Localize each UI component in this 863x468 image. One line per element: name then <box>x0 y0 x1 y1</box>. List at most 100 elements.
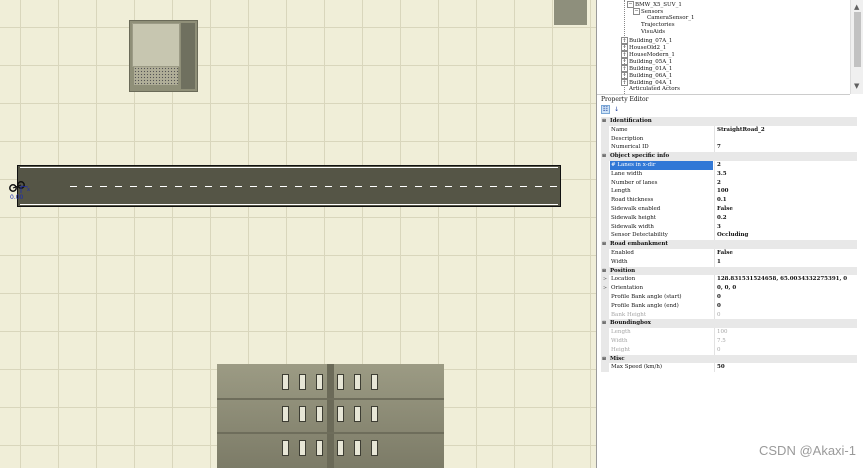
property-row[interactable]: Length 100 <box>601 187 857 197</box>
property-value[interactable]: 7 <box>717 143 857 152</box>
collapse-icon[interactable]: ⊟ <box>602 117 606 126</box>
property-row[interactable]: Width 7.5 <box>601 336 857 346</box>
tree-item[interactable]: − BMW_X5_SUV_1 <box>627 1 682 8</box>
property-name: # Lanes in x-dir <box>610 160 713 170</box>
property-section[interactable]: ⊟ Object specific info <box>601 152 857 161</box>
building-bottom[interactable] <box>217 364 444 468</box>
tree-item[interactable]: Articulated Actors <box>621 86 680 93</box>
collapse-icon[interactable]: − <box>627 1 634 8</box>
property-value[interactable]: 0 <box>717 302 857 311</box>
collapse-icon[interactable]: ⊟ <box>602 240 606 249</box>
tree-item[interactable]: + Building_06A_1 <box>621 72 672 79</box>
tree-item[interactable]: − Sensors <box>633 8 663 16</box>
collapse-icon[interactable]: ⊟ <box>602 319 606 328</box>
property-row[interactable]: Bank Height 0 <box>601 310 857 320</box>
gizmo-value: 0.00 <box>10 194 24 201</box>
window <box>316 440 323 456</box>
column-separator <box>714 275 715 285</box>
collapse-icon[interactable]: ⊟ <box>602 267 606 276</box>
property-row[interactable]: Profile Bank angle (end) 0 <box>601 301 857 311</box>
property-section[interactable]: ⊟ Boundingbox <box>601 319 857 329</box>
property-row[interactable]: > Location 128.831531524658, 65.0034332275… <box>601 275 857 285</box>
tree-item[interactable]: VisuAids <box>633 29 665 36</box>
tree-item[interactable]: + Building_01A_1 <box>621 64 672 72</box>
section-title: Identification <box>610 118 652 124</box>
property-value: 0 <box>717 311 721 318</box>
property-row[interactable]: Max Speed (km/h) 50 <box>601 363 857 373</box>
house-building[interactable] <box>129 20 198 92</box>
property-row[interactable]: Road thickness 0.1 <box>601 196 857 205</box>
property-row[interactable]: > Orientation 0, 0, 0 <box>601 284 857 293</box>
tree-item[interactable]: Trajectories <box>633 22 675 29</box>
property-value[interactable]: 3.5 <box>717 170 857 179</box>
column-separator <box>714 187 715 197</box>
scroll-thumb[interactable] <box>854 12 861 67</box>
tree-item[interactable]: + Building_04A_1 <box>621 79 672 87</box>
expand-arrow-icon[interactable]: > <box>601 275 609 285</box>
column-separator <box>714 143 715 153</box>
property-row[interactable]: # Lanes in x-dir 2 <box>601 160 857 170</box>
property-row[interactable]: Lane width 3.5 <box>601 169 857 179</box>
property-value[interactable]: Occluding <box>717 231 857 240</box>
property-value[interactable]: 0, 0, 0 <box>717 284 857 293</box>
categorized-icon[interactable]: ☷ <box>601 105 610 114</box>
property-row[interactable]: Name StraightRoad_2 <box>601 125 857 135</box>
window <box>299 374 306 390</box>
property-value[interactable]: 128.831531524658, 65.0034332275391, 0 <box>717 275 857 284</box>
property-row[interactable]: Sidewalk height 0.2 <box>601 213 857 223</box>
property-row[interactable]: Number of lanes 2 <box>601 178 857 188</box>
property-row[interactable]: Sidewalk enabled False <box>601 204 857 214</box>
tree-item-label: Trajectories <box>641 22 675 29</box>
scene-viewport[interactable]: x 0.00 <box>0 0 596 468</box>
property-value[interactable]: StraightRoad_2 <box>717 126 857 135</box>
row-gutter <box>601 328 609 337</box>
expand-arrow-icon[interactable]: > <box>601 284 609 293</box>
tree-item[interactable]: + HouseModern_1 <box>621 50 675 58</box>
property-row[interactable]: Numerical ID 7 <box>601 143 857 153</box>
property-section[interactable]: ⊟ Identification <box>601 117 857 126</box>
property-value[interactable]: 0.2 <box>717 214 857 223</box>
property-section[interactable]: ⊟ Road embankment <box>601 240 857 249</box>
property-row[interactable]: Profile Bank angle (start) 0 <box>601 292 857 302</box>
sort-alpha-icon[interactable]: ↓ <box>612 105 621 114</box>
column-separator <box>714 178 715 188</box>
property-value[interactable]: 1 <box>717 258 857 267</box>
property-value[interactable]: 100 <box>717 187 857 196</box>
row-gutter <box>601 336 609 346</box>
property-name: Max Speed (km/h) <box>611 364 663 371</box>
property-value[interactable]: 0.1 <box>717 196 857 205</box>
property-value[interactable]: 0 <box>717 293 857 302</box>
collapse-icon[interactable]: − <box>633 8 640 16</box>
property-row[interactable]: Width 1 <box>601 257 857 267</box>
property-value[interactable]: False <box>717 249 857 258</box>
property-name: Width <box>611 258 628 265</box>
property-name: Height <box>611 346 631 353</box>
collapse-icon[interactable]: ⊟ <box>602 152 606 161</box>
property-row[interactable]: Height 0 <box>601 345 857 355</box>
tree-item[interactable]: + Building_05A_1 <box>621 57 673 65</box>
tree-item[interactable]: + HouseOld2_1 <box>621 43 666 51</box>
building-corner[interactable] <box>554 0 587 25</box>
property-row[interactable]: Sensor Detectability Occluding <box>601 231 857 241</box>
property-name: Numerical ID <box>611 144 649 151</box>
scroll-down-icon[interactable]: ▼ <box>854 82 859 90</box>
property-section[interactable]: ⊟ Misc <box>601 354 857 364</box>
property-value[interactable]: 50 <box>717 363 857 372</box>
tree-item-label: Building_05A_1 <box>629 58 673 65</box>
scroll-up-icon[interactable]: ▲ <box>854 3 859 11</box>
collapse-icon[interactable]: ⊟ <box>602 355 606 364</box>
property-section[interactable]: ⊟ Position <box>601 266 857 276</box>
property-name: Enabled <box>611 249 634 256</box>
experiment-tree[interactable]: − BMW_X5_SUV_1− Sensors CameraSensor_1 Traje… <box>597 0 850 95</box>
property-row[interactable]: Description <box>601 134 857 144</box>
property-value[interactable]: 3 <box>717 223 857 232</box>
property-row[interactable]: Sidewalk width 3 <box>601 222 857 232</box>
tree-item[interactable]: CameraSensor_1 <box>639 15 694 22</box>
property-value[interactable]: 2 <box>717 161 857 170</box>
property-value[interactable]: False <box>717 205 857 214</box>
property-row[interactable]: Enabled False <box>601 248 857 258</box>
property-value[interactable]: 2 <box>717 179 857 188</box>
tree-item[interactable]: + Building_07A_1 <box>621 36 672 44</box>
tree-scrollbar[interactable]: ▲ ▼ <box>850 0 863 94</box>
property-row[interactable]: Length 100 <box>601 328 857 337</box>
